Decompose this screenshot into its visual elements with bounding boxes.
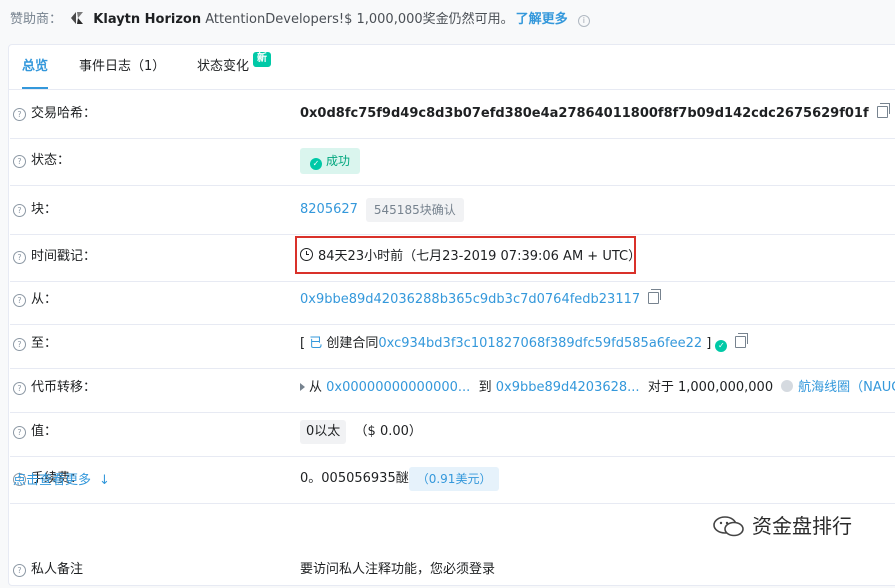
token-to-label: 到	[478, 380, 492, 395]
block-number-link[interactable]: 8205627	[300, 202, 358, 217]
question-icon: ?	[13, 426, 26, 439]
arrow-down-icon: ↓	[99, 473, 110, 488]
row-from: ? 从： 0x9bbe89d42036288b365c9db3c7d0764fed…	[10, 276, 895, 325]
verified-check-icon: ✓	[715, 340, 728, 352]
tab-bar: 总览 事件日志（1） 状态变化新	[9, 45, 895, 90]
question-icon: ?	[13, 294, 26, 307]
fee-usd-badge: （0.91美元）	[408, 466, 500, 491]
watermark: 资金盘排行	[712, 510, 852, 540]
show-more-link[interactable]: 点击查看更多 ↓	[13, 468, 110, 494]
question-icon: ?	[13, 108, 26, 121]
row-to: ? 至： [ 已 创建合同0xc934bd3f3c101827068f389dfc…	[10, 320, 895, 369]
token-transfer-label: 代币转移：	[31, 380, 97, 395]
row-status: ? 状态： ✓ 成功	[10, 137, 895, 186]
row-value: ? 值： 0以太 （$ 0.00）	[10, 408, 895, 457]
from-label: 从：	[31, 292, 58, 307]
token-for-label: 对于	[647, 380, 674, 395]
question-icon: ?	[13, 382, 26, 395]
value-amount: 0以太	[300, 419, 347, 444]
row-token-transfer: ? 代币转移： 从 0x00000000000000... 到 0x9bbe89d…	[10, 364, 895, 413]
question-icon: ?	[13, 338, 26, 351]
token-name-link[interactable]: 航海线圈（NAUC）	[798, 380, 895, 395]
private-note-value: 要访问私人注释功能，您必须登录	[300, 562, 496, 577]
token-amount: 1,000,000,000	[677, 380, 774, 395]
contract-address-link[interactable]: 0xc934bd3f3c101827068f389dfc59fd585a6fee…	[378, 336, 702, 351]
contract-created-text: 创建合同	[326, 336, 379, 351]
row-fee: ? 手续费： 0。005056935醚 （0.91美元）	[10, 455, 895, 504]
bracket-close: ]	[702, 336, 712, 351]
token-from-link[interactable]: 0x00000000000000...	[326, 380, 470, 395]
hash-label: 交易哈希：	[31, 106, 97, 121]
sponsor-brand: Klaytn Horizon	[93, 12, 202, 27]
token-icon	[781, 380, 794, 392]
caret-right-icon	[300, 383, 305, 391]
transaction-hash-value: 0x0d8fc75f9d49c8d3b07efd380e4a2786401180…	[300, 106, 869, 121]
copy-icon[interactable]	[735, 333, 749, 348]
highlight-box	[295, 236, 636, 274]
to-label: 至：	[31, 336, 58, 351]
timestamp-label: 时间戳记：	[31, 249, 97, 264]
copy-icon[interactable]	[648, 289, 662, 304]
fee-amount: 0。005056935醚	[300, 471, 409, 486]
sponsor-prefix: 赞助商：	[10, 12, 63, 27]
new-badge: 新	[253, 52, 271, 67]
row-private-note: ? 私人备注 要访问私人注释功能，您必须登录	[10, 548, 895, 588]
row-transaction-hash: ? 交易哈希： 0x0d8fc75f9d49c8d3b07efd380e4a278…	[10, 90, 895, 139]
status-badge: ✓ 成功	[300, 147, 361, 174]
wechat-icon	[713, 516, 744, 537]
klaytn-logo-icon	[71, 12, 84, 24]
tab-state-changes[interactable]: 状态变化新	[197, 45, 271, 89]
question-icon: ?	[13, 251, 26, 264]
contract-created-tag: 已	[305, 336, 327, 351]
info-icon[interactable]: i	[577, 15, 590, 27]
copy-icon[interactable]	[876, 103, 890, 118]
question-icon: ?	[13, 155, 26, 168]
status-label: 状态：	[31, 153, 71, 168]
row-block: ? 块： 8205627 545185块确认	[10, 186, 895, 235]
tab-overview[interactable]: 总览	[22, 45, 49, 89]
private-note-label: 私人备注	[31, 562, 84, 577]
token-to-link[interactable]: 0x9bbe89d4203628...	[496, 380, 640, 395]
value-usd: （$ 0.00）	[354, 424, 422, 439]
sponsor-text: AttentionDevelopers!$ 1,000,000奖金仍然可用。	[201, 12, 514, 27]
token-from-label: 从	[309, 380, 323, 395]
check-icon: ✓	[310, 157, 322, 170]
from-address-link[interactable]: 0x9bbe89d42036288b365c9db3c7d0764fedb231…	[300, 292, 640, 307]
confirmations-badge: 545185块确认	[365, 197, 464, 222]
question-icon: ?	[13, 204, 26, 217]
value-label: 值：	[31, 424, 58, 439]
tab-event-logs[interactable]: 事件日志（1）	[79, 45, 165, 89]
learn-more-link[interactable]: 了解更多	[516, 12, 568, 27]
watermark-text: 资金盘排行	[752, 514, 852, 538]
sponsor-banner: 赞助商： Klaytn Horizon AttentionDevelopers!…	[10, 10, 590, 30]
block-label: 块：	[31, 202, 58, 217]
